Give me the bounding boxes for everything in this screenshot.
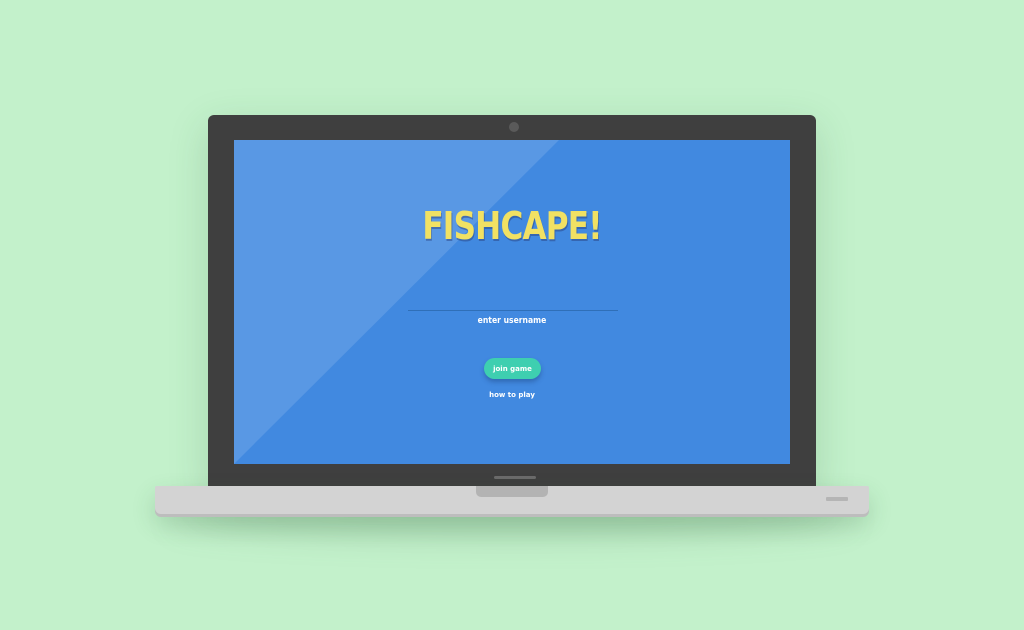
power-indicator-icon <box>826 497 848 501</box>
laptop-base <box>155 486 869 514</box>
game-screen: FISHCAPE! enter username join game how t… <box>234 140 790 464</box>
laptop-lid: FISHCAPE! enter username join game how t… <box>208 115 816 491</box>
username-input[interactable] <box>408 288 618 311</box>
username-label: enter username <box>477 316 547 326</box>
lid-opening-notch <box>476 486 548 497</box>
webcam-icon <box>509 122 519 132</box>
join-game-button[interactable]: join game <box>484 358 541 379</box>
game-title: FISHCAPE! <box>422 204 602 248</box>
how-to-play-link[interactable]: how to play <box>234 391 790 399</box>
lid-hinge-slot <box>494 476 536 479</box>
